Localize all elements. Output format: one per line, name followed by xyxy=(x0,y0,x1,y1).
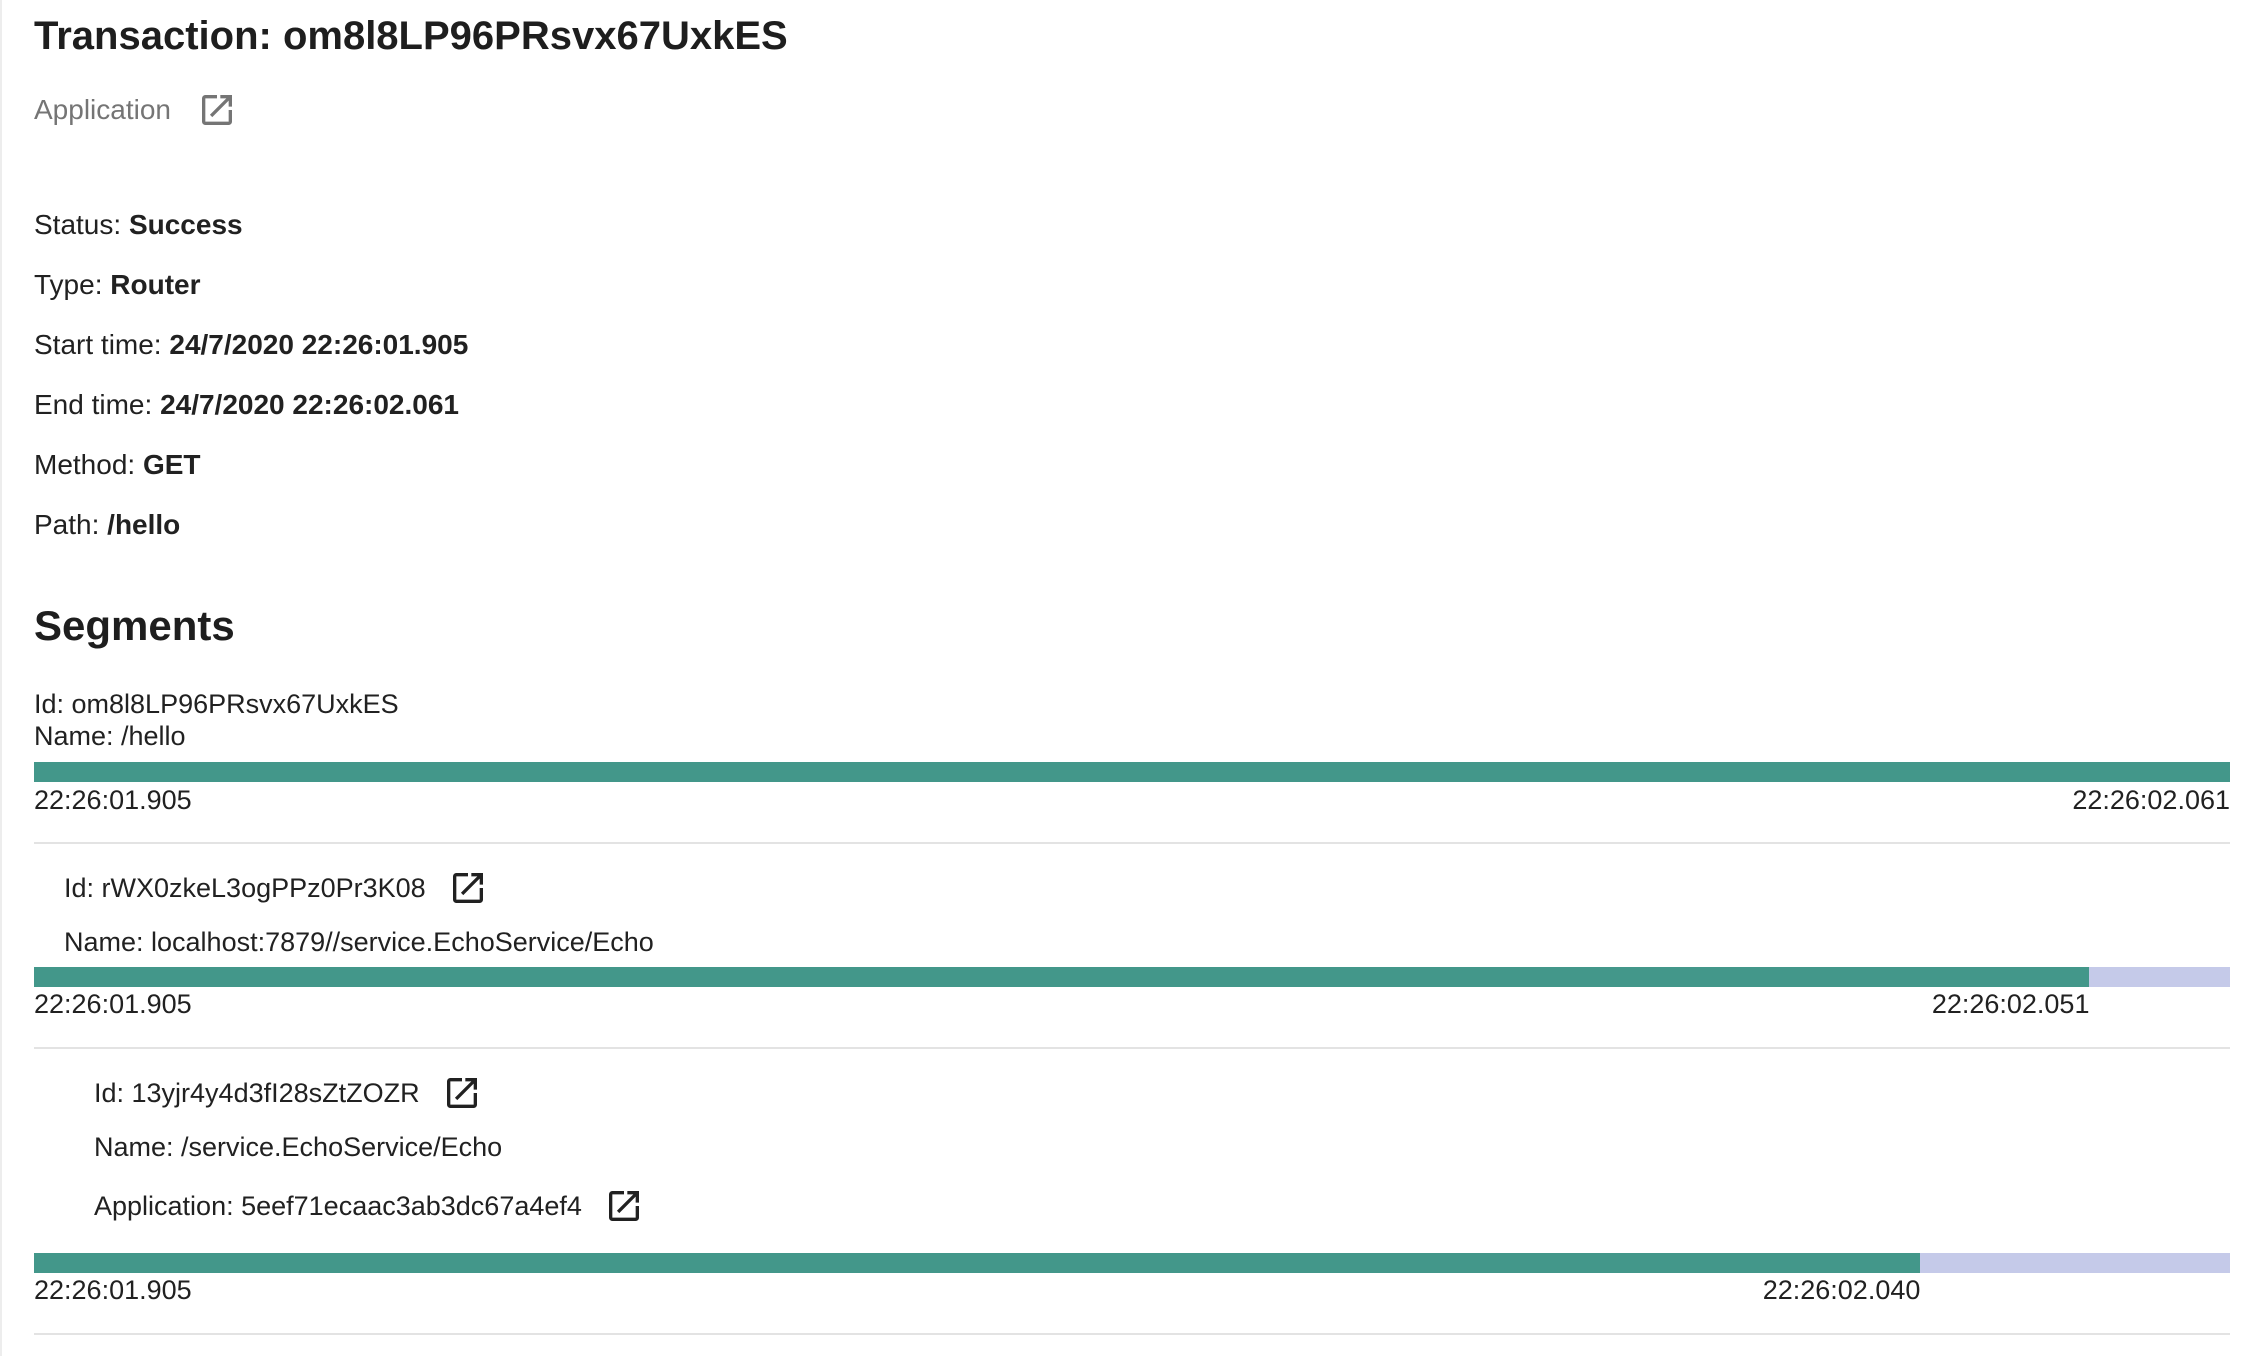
open-in-new-icon[interactable] xyxy=(197,90,237,130)
segment-divider xyxy=(34,1047,2230,1049)
segment-timeline-fill xyxy=(34,967,2090,987)
segment-name: Name: /hello xyxy=(34,720,186,752)
segment-id-text: Id: om8l8LP96PRsvx67UxkES xyxy=(34,689,399,719)
segment-application-text: Application: 5eef71ecaac3ab3dc67a4ef4 xyxy=(94,1191,582,1221)
start-time-label: Start time: xyxy=(34,329,162,360)
segment-application: Application: 5eef71ecaac3ab3dc67a4ef4 xyxy=(94,1186,644,1226)
application-link-label: Application xyxy=(34,94,171,125)
path-label: Path: xyxy=(34,509,100,540)
type-value: Router xyxy=(110,269,201,300)
segment-name-text: Name: localhost:7879//service.EchoServic… xyxy=(64,927,654,957)
segment-name-text: Name: /service.EchoService/Echo xyxy=(94,1132,503,1162)
start-time-row: Start time: 24/7/2020 22:26:01.905 xyxy=(34,328,468,362)
segment-end-time: 22:26:02.051 xyxy=(1931,989,2090,1019)
segment-timeline-fill xyxy=(34,762,2230,782)
open-in-new-icon[interactable] xyxy=(448,868,488,908)
segment-start-time: 22:26:01.905 xyxy=(34,989,192,1019)
segment-start-time: 22:26:01.905 xyxy=(34,1275,192,1305)
end-time-row: End time: 24/7/2020 22:26:02.061 xyxy=(34,388,459,422)
segment-timeline-bar xyxy=(34,762,2230,782)
segment-name: Name: /service.EchoService/Echo xyxy=(94,1131,502,1163)
end-time-value: 24/7/2020 22:26:02.061 xyxy=(160,389,459,420)
method-row: Method: GET xyxy=(34,448,201,482)
method-value: GET xyxy=(142,449,201,480)
segment-timeline-bar xyxy=(34,1253,2230,1273)
status-value: Success xyxy=(128,209,243,240)
status-label: Status: xyxy=(34,209,122,240)
open-in-new-icon[interactable] xyxy=(442,1073,482,1113)
segment-id: Id: 13yjr4y4d3fI28sZtZOZR xyxy=(94,1073,482,1113)
segment-id: Id: om8l8LP96PRsvx67UxkES xyxy=(34,688,399,720)
page-title: Transaction: om8l8LP96PRsvx67UxkES xyxy=(34,14,788,58)
segment-name-text: Name: /hello xyxy=(34,721,186,751)
segment-timeline-bar xyxy=(34,967,2230,987)
method-label: Method: xyxy=(34,449,136,480)
segment-name: Name: localhost:7879//service.EchoServic… xyxy=(64,926,654,958)
path-row: Path: /hello xyxy=(34,508,180,542)
segment-start-time: 22:26:01.905 xyxy=(34,785,192,815)
segment-divider xyxy=(34,1333,2230,1335)
open-in-new-icon[interactable] xyxy=(604,1186,644,1226)
segment-id-text: Id: rWX0zkeL3ogPPz0Pr3K08 xyxy=(64,873,426,903)
start-time-value: 24/7/2020 22:26:01.905 xyxy=(169,329,469,360)
end-time-label: End time: xyxy=(34,389,153,420)
segment-id: Id: rWX0zkeL3ogPPz0Pr3K08 xyxy=(64,868,488,908)
status-row: Status: Success xyxy=(34,208,243,242)
type-label: Type: xyxy=(34,269,103,300)
segment-divider xyxy=(34,842,2230,844)
transaction-page: Transaction: om8l8LP96PRsvx67UxkES Appli… xyxy=(0,0,2252,1356)
application-link[interactable]: Application xyxy=(34,90,237,130)
segment-end-time: 22:26:02.040 xyxy=(1762,1275,1921,1305)
type-row: Type: Router xyxy=(34,268,201,302)
segment-end-time: 22:26:02.061 xyxy=(2072,785,2230,815)
left-border xyxy=(0,0,2,1356)
segments-heading: Segments xyxy=(34,602,235,649)
segment-id-text: Id: 13yjr4y4d3fI28sZtZOZR xyxy=(94,1078,420,1108)
segment-timeline-fill xyxy=(34,1253,1921,1273)
path-value: /hello xyxy=(107,509,181,540)
